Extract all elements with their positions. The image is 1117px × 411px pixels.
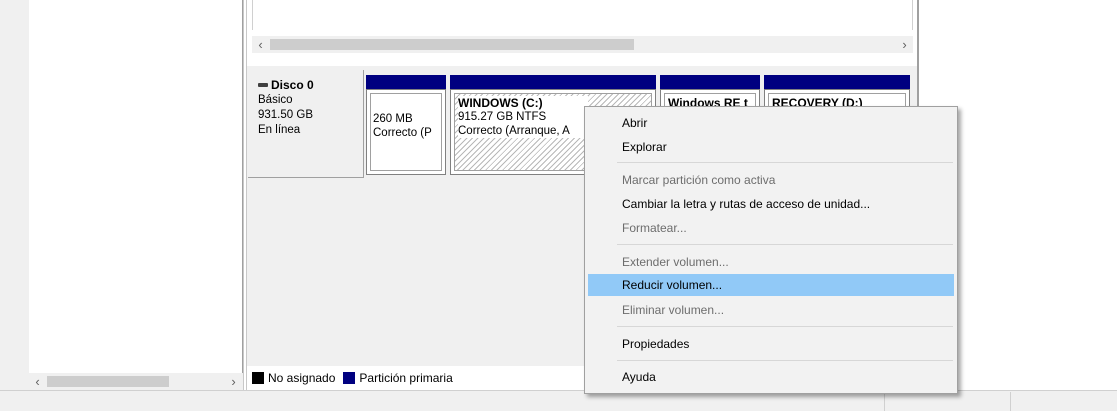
scroll-thumb[interactable] — [47, 376, 169, 387]
menu-item-reducir-volumen[interactable]: Reducir volumen... — [588, 274, 954, 296]
partition-name: Windows RE t — [668, 96, 748, 106]
disk-size: 931.50 GB — [258, 109, 313, 121]
status-bar-divider — [884, 392, 885, 411]
menu-separator — [617, 244, 953, 245]
menu-item-ayuda[interactable]: Ayuda — [588, 366, 954, 388]
primary-partition-swatch — [343, 371, 356, 384]
menu-item-cambiar-letra[interactable]: Cambiar la letra y rutas de acceso de un… — [588, 193, 954, 215]
scroll-thumb[interactable] — [270, 39, 634, 50]
menu-item-formatear[interactable]: Formatear... — [588, 217, 954, 239]
partition-status: Correcto (P — [373, 127, 432, 139]
legend-unallocated-label: No asignado — [268, 370, 336, 385]
partition-header — [366, 75, 446, 89]
scroll-left-button[interactable]: ‹ — [252, 36, 269, 53]
scroll-left-button[interactable]: ‹ — [29, 373, 46, 390]
menu-item-explorar[interactable]: Explorar — [588, 136, 954, 158]
disk-type: Básico — [258, 94, 293, 106]
volume-list-horizontal-scrollbar[interactable]: ‹ › — [252, 36, 913, 53]
partition-name: WINDOWS (C:) — [458, 96, 588, 110]
menu-item-abrir[interactable]: Abrir — [588, 112, 954, 134]
unallocated-swatch — [252, 371, 264, 384]
left-gutter — [0, 0, 29, 390]
context-menu: Abrir Explorar Marcar partición como act… — [584, 106, 958, 394]
menu-item-marcar-activa[interactable]: Marcar partición como activa — [588, 169, 954, 191]
disk-drive-icon — [258, 83, 268, 87]
disk-title: Disco 0 — [258, 78, 314, 92]
legend: No asignado Partición primaria — [252, 369, 453, 386]
volume-list[interactable] — [252, 0, 913, 30]
disk-status: En línea — [258, 124, 301, 136]
menu-separator — [617, 360, 953, 361]
menu-separator — [617, 162, 953, 163]
partition-header — [764, 75, 910, 89]
scroll-right-button[interactable]: › — [896, 36, 913, 53]
console-tree-pane[interactable] — [29, 0, 243, 390]
partition-name: RECOVERY (D:) — [772, 96, 863, 106]
menu-separator — [617, 326, 953, 327]
menu-item-eliminar-volumen[interactable]: Eliminar volumen... — [588, 299, 954, 321]
menu-item-extender-volumen[interactable]: Extender volumen... — [588, 251, 954, 273]
partition-status: Correcto (Arranque, A — [458, 124, 584, 138]
scroll-right-button[interactable]: › — [225, 373, 242, 390]
menu-item-propiedades[interactable]: Propiedades — [588, 333, 954, 355]
partition-size: 915.27 GB NTFS — [458, 110, 588, 124]
status-bar-divider — [1010, 392, 1011, 411]
left-horizontal-scrollbar[interactable]: ‹ › — [29, 373, 243, 390]
partition-size: 260 MB — [373, 113, 413, 125]
partition-header — [660, 75, 760, 89]
legend-primary-label: Partición primaria — [359, 370, 453, 385]
partition-header — [450, 75, 656, 89]
disk-name: Disco 0 — [271, 78, 314, 92]
